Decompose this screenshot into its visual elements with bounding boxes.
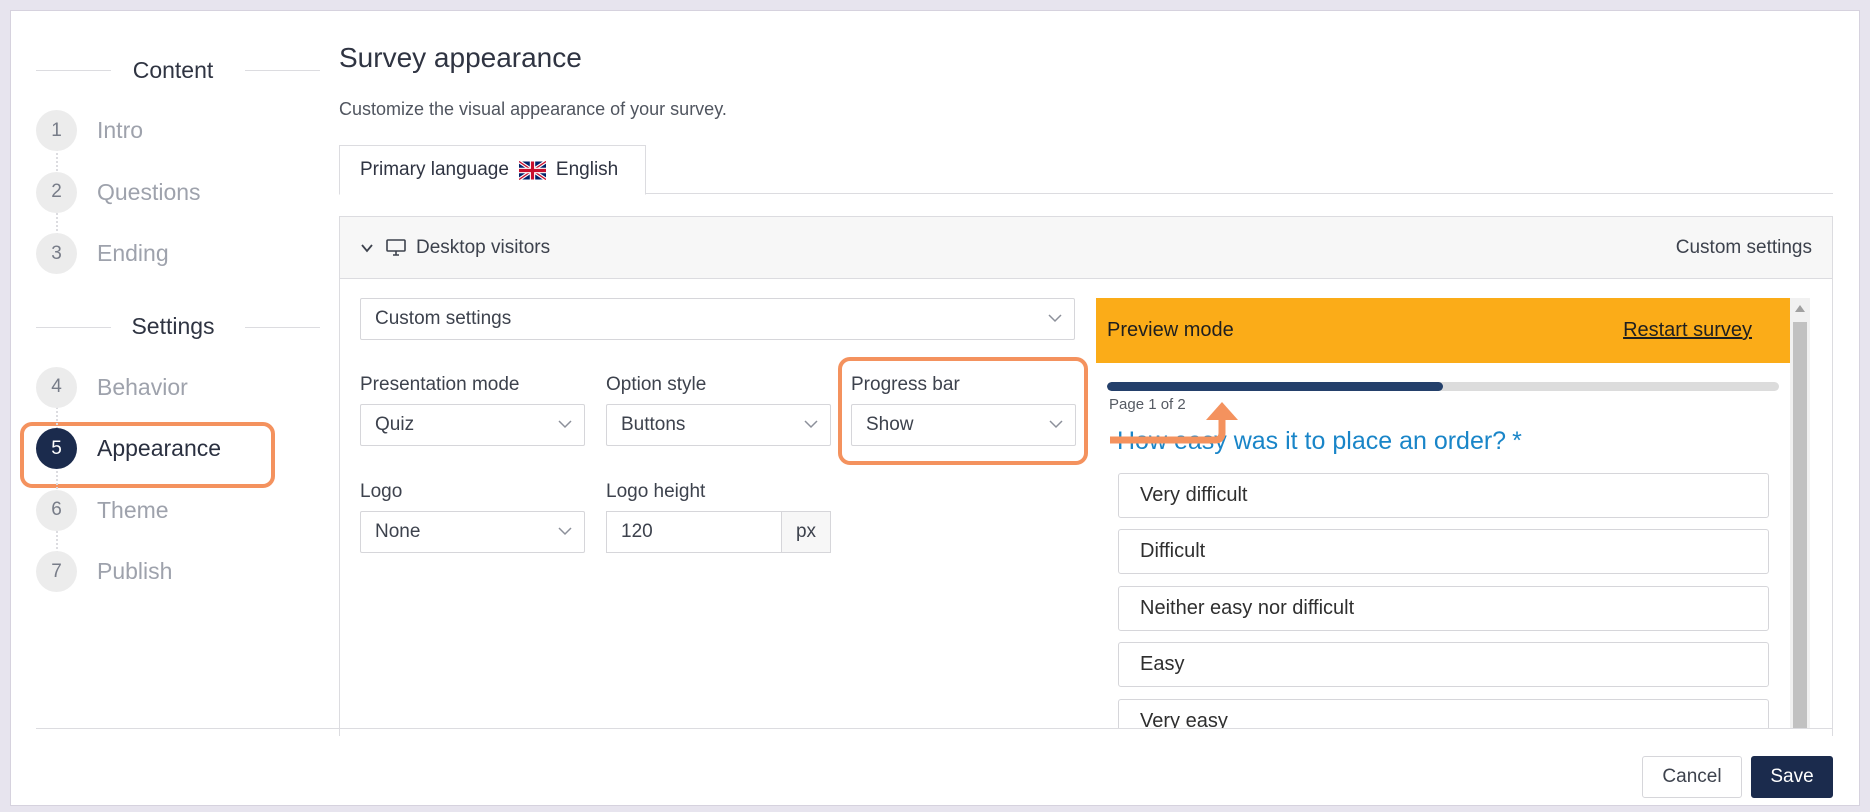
chevron-down-icon [558,420,572,429]
steps-connector [56,386,58,573]
page-title: Survey appearance [339,42,582,73]
panel-header[interactable]: Desktop visitors Custom settings [340,217,1832,279]
sidebar-heading-content: Content [26,40,320,100]
chevron-down-icon [361,243,373,252]
presentation-mode-select[interactable]: Quiz [360,404,585,446]
content-steps: 1 Intro 2 Questions 3 Ending [26,100,320,285]
footer-divider [36,728,1833,729]
preset-select[interactable]: Custom settings [360,298,1075,340]
sidebar: Content 1 Intro 2 Questions 3 Ending Settin… [26,40,320,603]
uk-flag-icon [518,160,546,180]
step-number: 7 [36,551,77,593]
step-number: 4 [36,366,77,408]
cancel-button[interactable]: Cancel [1642,756,1742,798]
logo-height-unit: px [781,511,831,553]
highlight-progress-bar [838,357,1088,465]
restart-survey-link[interactable]: Restart survey [1623,319,1752,342]
answer-option[interactable]: Neither easy nor difficult [1118,586,1769,631]
answer-option[interactable]: Very difficult [1118,473,1769,518]
answer-option[interactable]: Very easy [1118,699,1769,728]
step-number: 1 [36,110,77,152]
required-mark: * [1512,427,1522,455]
answer-option[interactable]: Difficult [1118,529,1769,574]
tab-primary-language[interactable]: Primary language English [339,145,646,195]
preview-progress-fill [1107,382,1443,391]
preview-mode-bar: Preview mode Restart survey [1096,298,1790,363]
step-label: Publish [97,558,173,585]
step-number: 3 [36,233,77,275]
sidebar-item-ending[interactable]: 3 Ending [26,223,320,285]
scroll-up-icon [1795,305,1805,312]
survey-preview: Preview mode Restart survey Page 1 of 2 … [1096,298,1810,728]
sidebar-item-intro[interactable]: 1 Intro [26,100,320,162]
step-label: Behavior [97,373,188,400]
option-style-label: Option style [606,374,707,395]
callout-arrow-icon [1110,402,1238,444]
preview-mode-label: Preview mode [1107,319,1234,341]
step-label: Ending [97,240,169,267]
logo-height-input[interactable]: 120 [606,511,781,553]
sidebar-item-questions[interactable]: 2 Questions [26,162,320,224]
option-style-select[interactable]: Buttons [606,404,831,446]
logo-height-group: 120 px [606,511,831,553]
preview-progress-bar [1107,382,1779,391]
answer-option[interactable]: Easy [1118,642,1769,687]
sidebar-item-publish[interactable]: 7 Publish [26,541,320,603]
preview-scrollbar[interactable] [1790,298,1810,728]
step-label: Questions [97,178,201,205]
logo-select[interactable]: None [360,511,585,553]
monitor-icon [386,239,406,256]
chevron-down-icon [558,527,572,536]
sidebar-item-behavior[interactable]: 4 Behavior [26,357,320,419]
save-button[interactable]: Save [1751,756,1833,798]
step-number: 5 [36,428,77,470]
sidebar-item-theme[interactable]: 6 Theme [26,480,320,542]
step-number: 2 [36,171,77,213]
panel-header-label: Desktop visitors [416,236,551,258]
chevron-down-icon [1048,314,1062,323]
logo-label: Logo [360,481,403,502]
step-number: 6 [36,489,77,531]
chevron-down-icon [804,420,818,429]
logo-height-label: Logo height [606,481,706,502]
tab-language: English [555,159,619,180]
panel-header-status: Custom settings [1675,236,1812,258]
sidebar-heading-settings: Settings [26,297,320,357]
scrollbar-thumb[interactable] [1793,322,1807,728]
page-subtitle: Customize the visual appearance of your … [339,99,727,119]
presentation-mode-label: Presentation mode [360,374,520,395]
step-label: Theme [97,496,169,523]
tab-prefix: Primary language [360,159,509,180]
step-label: Intro [97,117,144,144]
